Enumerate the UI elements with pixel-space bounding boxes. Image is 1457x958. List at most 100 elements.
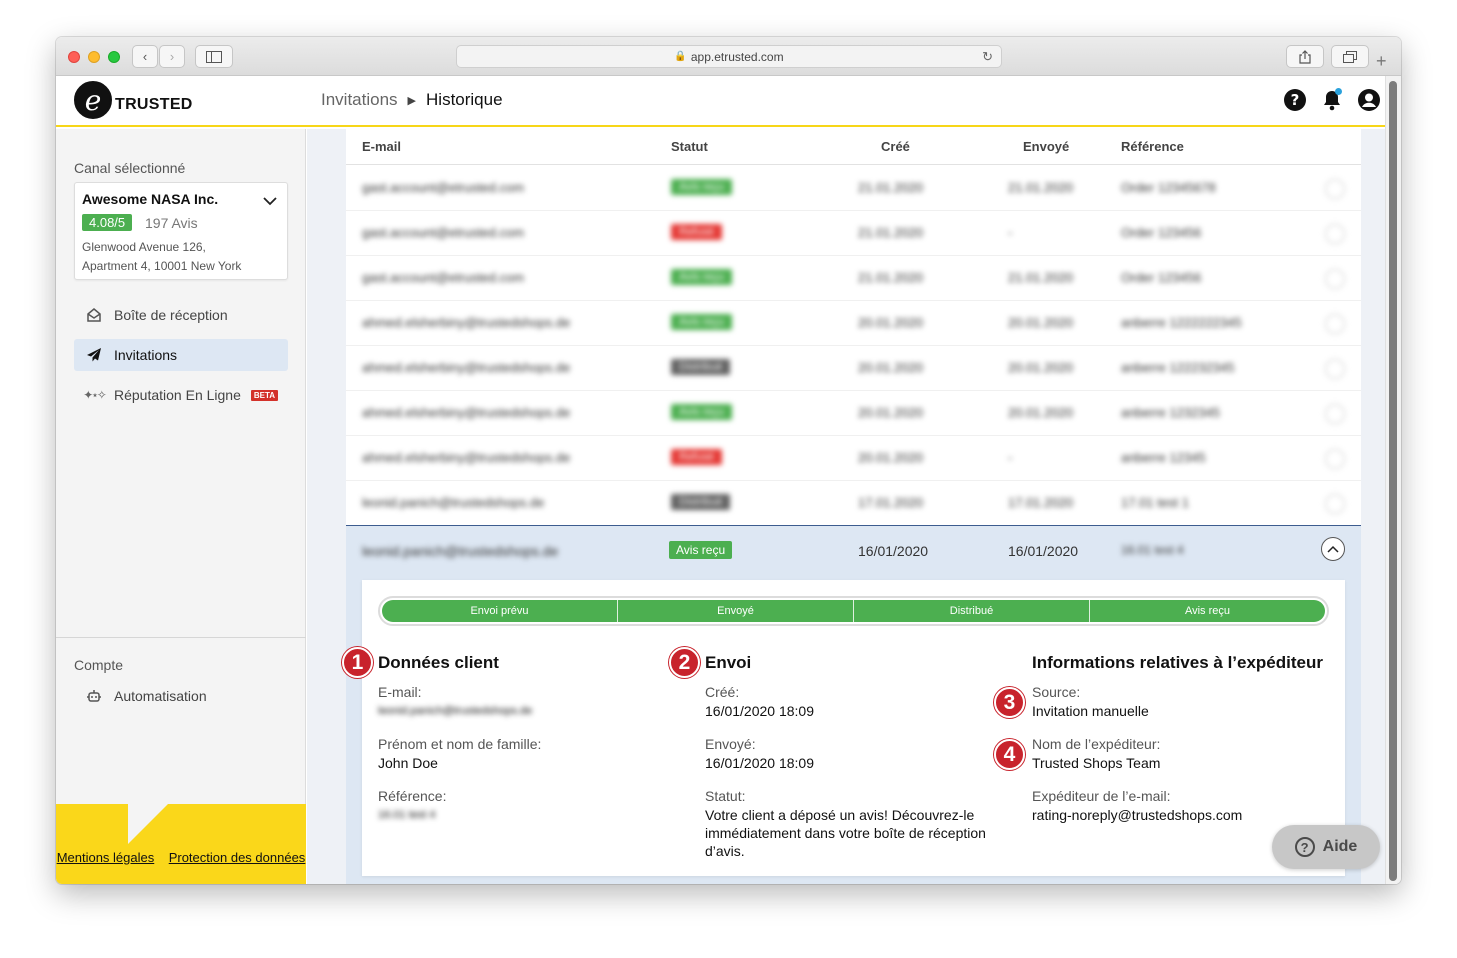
annotation-marker-2: 2 <box>669 647 700 678</box>
expand-row-button[interactable] <box>1325 224 1345 244</box>
close-window-button[interactable] <box>68 51 80 63</box>
row-sent: - <box>1008 450 1013 465</box>
address-bar[interactable]: 🔒 app.etrusted.com ↻ <box>456 45 1002 68</box>
row-email: gast.account@etrusted.com <box>362 270 525 285</box>
sidebar-item-label: Réputation En Ligne <box>114 387 241 403</box>
help-chat-button[interactable]: ? Aide <box>1272 825 1380 869</box>
sidebar-item-invitations[interactable]: Invitations <box>74 339 288 371</box>
row-status-badge: Distribué <box>671 359 731 375</box>
minimize-window-button[interactable] <box>88 51 100 63</box>
app-header: e TRUSTED Invitations ▶ Historique ? <box>56 76 1385 127</box>
expand-row-button[interactable] <box>1325 179 1345 199</box>
beta-badge: BETA <box>250 389 279 401</box>
collapse-row-button[interactable] <box>1321 537 1345 561</box>
channel-selector[interactable]: Awesome NASA Inc. 4.08/5 197 Avis Glenwo… <box>74 182 288 280</box>
help-chat-label: Aide <box>1322 838 1358 855</box>
page-scrollbar[interactable] <box>1385 76 1401 884</box>
logo-text: TRUSTED <box>115 96 193 113</box>
annotation-marker-3: 3 <box>994 687 1025 718</box>
expand-row-button[interactable] <box>1325 404 1345 424</box>
annotation-marker-4: 4 <box>994 739 1025 770</box>
row-reference: anberre 1232345 <box>1121 405 1221 420</box>
zoom-window-button[interactable] <box>108 51 120 63</box>
invitation-detail-card: Envoi prévu Envoyé Distribué Avis reçu 1… <box>342 580 1345 876</box>
column-reference[interactable]: Référence <box>1121 139 1184 154</box>
expand-row-button[interactable] <box>1325 449 1345 469</box>
row-reference: anberre 12345 <box>1121 450 1206 465</box>
reload-icon[interactable]: ↻ <box>982 49 993 65</box>
table-row[interactable]: ahmed.elsherbiny@trustedshops.de Distribu… <box>346 346 1361 391</box>
expand-row-button[interactable] <box>1325 269 1345 289</box>
row-sent: 17.01.2020 <box>1008 495 1074 510</box>
row-created: 21.01.2020 <box>858 225 924 240</box>
account-button[interactable] <box>1357 88 1381 112</box>
table-row[interactable]: leonid.panich@trustedshops.de Distribué 17… <box>346 481 1361 526</box>
column-created[interactable]: Créé <box>881 139 910 154</box>
expand-row-button[interactable] <box>1325 359 1345 379</box>
row-reference: Order 12345678 <box>1121 180 1216 195</box>
expand-row-button[interactable] <box>1325 314 1345 334</box>
column-status[interactable]: Statut <box>671 139 708 154</box>
main-content: E-mail Statut Créé Envoyé Référence gast… <box>307 129 1385 884</box>
row-reference: Order 123456 <box>1121 270 1202 285</box>
share-button[interactable] <box>1286 45 1324 68</box>
legal-notice-link[interactable]: Mentions légales <box>57 850 155 865</box>
robot-icon <box>74 688 114 704</box>
customer-reference-value: 16.01 test 4 <box>378 809 436 821</box>
privacy-link[interactable]: Protection des données <box>169 850 306 865</box>
column-email[interactable]: E-mail <box>362 139 401 154</box>
chevron-up-icon <box>1327 545 1339 553</box>
column-sent[interactable]: Envoyé <box>1023 139 1069 154</box>
shop-address-line1: Glenwood Avenue 126, <box>82 240 206 254</box>
table-row[interactable]: gast.account@etrusted.com Avis reçu 21.01.… <box>346 256 1361 301</box>
sent-value: 16/01/2020 18:09 <box>705 755 814 771</box>
customer-email-label: E-mail: <box>378 684 422 700</box>
table-header: E-mail Statut Créé Envoyé Référence <box>346 129 1361 165</box>
row-reference: 16.01 test 4 <box>1121 543 1184 557</box>
sidebar-item-automation[interactable]: Automatisation <box>74 680 288 712</box>
row-status-badge: Avis reçu <box>671 269 733 285</box>
breadcrumb-invitations[interactable]: Invitations <box>321 90 398 110</box>
sender-email-label: Expéditeur de l’e-mail: <box>1032 788 1171 804</box>
table-row[interactable]: gast.account@etrusted.com Refusé 21.01.202… <box>346 211 1361 256</box>
lock-icon: 🔒 <box>674 51 687 62</box>
row-sent: 20.01.2020 <box>1008 405 1074 420</box>
expand-row-button[interactable] <box>1325 494 1345 514</box>
breadcrumb-separator-icon: ▶ <box>407 94 417 107</box>
customer-email-value: leonid.panich@trustedshops.de <box>378 705 533 717</box>
scrollbar-thumb[interactable] <box>1389 81 1397 881</box>
row-sent: 21.01.2020 <box>1008 270 1074 285</box>
table-row[interactable]: gast.account@etrusted.com Avis reçu 21.01.… <box>346 166 1361 211</box>
sidebar-item-reputation[interactable]: ✦⋆✧ Réputation En Ligne BETA <box>74 379 288 411</box>
row-sent: 16/01/2020 <box>1008 543 1079 559</box>
new-tab-icon[interactable]: + <box>1376 51 1387 72</box>
channel-label: Canal sélectionné <box>74 160 186 176</box>
shop-address-line2: Apartment 4, 10001 New York <box>82 259 242 273</box>
account-label: Compte <box>74 657 124 673</box>
url-text: app.etrusted.com <box>690 49 784 64</box>
question-circle-icon: ? <box>1294 837 1315 857</box>
stars-icon: ✦⋆✧ <box>83 388 107 402</box>
sidebar-toggle-button[interactable] <box>195 45 233 68</box>
forward-button[interactable]: › <box>159 45 185 68</box>
sent-label: Envoyé: <box>705 736 756 752</box>
help-button[interactable]: ? <box>1283 88 1307 112</box>
customer-data-title: Données client <box>378 653 499 672</box>
row-created: 21.01.2020 <box>858 180 924 195</box>
table-row[interactable]: ahmed.elsherbiny@trustedshops.de Avis reç… <box>346 391 1361 436</box>
row-email: ahmed.elsherbiny@trustedshops.de <box>362 315 571 330</box>
sender-name-label: Nom de l’expéditeur: <box>1032 736 1161 752</box>
table-row[interactable]: ahmed.elsherbiny@trustedshops.de Refusé 20… <box>346 436 1361 481</box>
tabs-overview-button[interactable] <box>1331 45 1369 68</box>
notifications-button[interactable] <box>1320 88 1344 112</box>
step-sent: Envoyé <box>618 600 854 622</box>
browser-window: ‹ › 🔒 app.etrusted.com ↻ + e TRUSTED Inv… <box>56 37 1401 884</box>
chevron-down-icon[interactable] <box>263 193 277 211</box>
tabs-icon <box>1343 50 1357 63</box>
etrusted-logo-icon[interactable]: e <box>74 81 112 119</box>
sidebar-divider <box>56 637 306 638</box>
table-row[interactable]: ahmed.elsherbiny@trustedshops.de Avis reç… <box>346 301 1361 346</box>
back-button[interactable]: ‹ <box>132 45 158 68</box>
sidebar-item-inbox[interactable]: Boîte de réception <box>74 299 288 331</box>
row-created: 20.01.2020 <box>858 315 924 330</box>
